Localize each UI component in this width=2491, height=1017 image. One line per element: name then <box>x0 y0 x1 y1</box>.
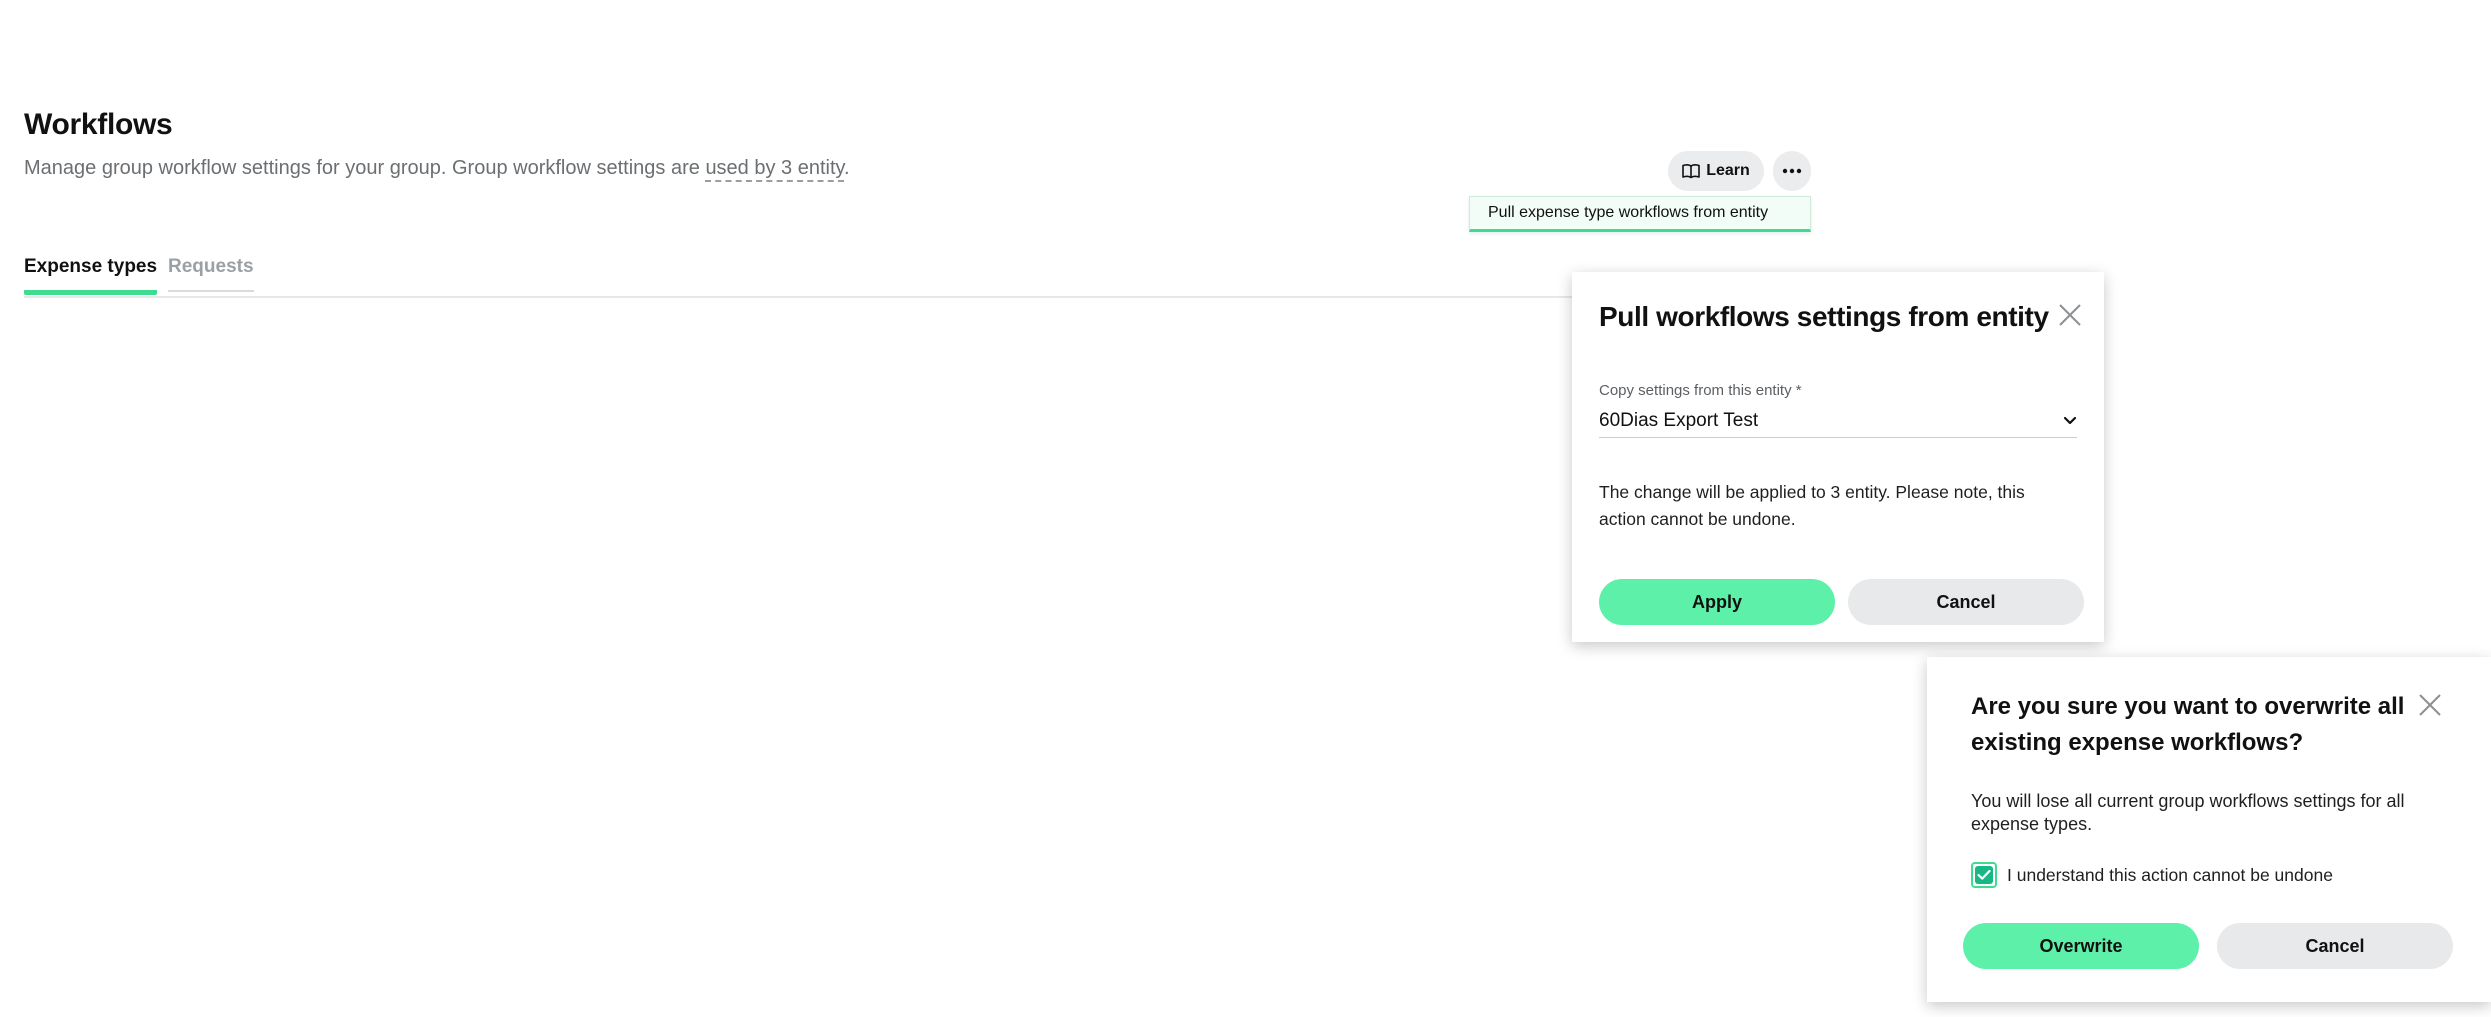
overwrite-button[interactable]: Overwrite <box>1963 923 2199 969</box>
tab-requests[interactable]: Requests <box>168 256 254 292</box>
understand-checkbox[interactable] <box>1971 862 1997 888</box>
understand-checkbox-row[interactable]: I understand this action cannot be undon… <box>1971 862 2333 888</box>
learn-button[interactable]: Learn <box>1668 151 1764 191</box>
pull-dialog-note: The change will be applied to 3 entity. … <box>1599 482 2025 529</box>
close-icon[interactable] <box>2057 302 2083 328</box>
overwrite-confirm-dialog: Are you sure you want to overwrite all e… <box>1927 657 2491 1002</box>
entity-select-value: 60Dias Export Test <box>1599 409 1759 431</box>
entity-select[interactable]: 60Dias Export Test <box>1599 404 2077 438</box>
page-description-text: Manage group workflow settings for your … <box>24 157 706 179</box>
ellipsis-icon <box>1782 168 1802 174</box>
confirm-cancel-button[interactable]: Cancel <box>2217 923 2453 969</box>
confirm-dialog-title: Are you sure you want to overwrite all e… <box>1971 693 2405 756</box>
learn-button-label: Learn <box>1706 162 1750 179</box>
page-title: Workflows <box>24 108 173 141</box>
tab-expense-types[interactable]: Expense types <box>24 256 158 295</box>
confirm-dialog-description: You will lose all current group workflow… <box>1971 791 2405 834</box>
book-icon <box>1682 164 1701 179</box>
apply-button[interactable]: Apply <box>1599 579 1835 625</box>
used-by-entities-link[interactable]: used by 3 entity <box>705 157 845 182</box>
page-description-end: . <box>844 157 850 179</box>
pull-dialog-title: Pull workflows settings from entity <box>1599 301 2049 332</box>
close-icon[interactable] <box>2417 692 2443 718</box>
page-description: Manage group workflow settings for your … <box>24 157 850 182</box>
understand-checkbox-label: I understand this action cannot be undon… <box>2007 864 2333 885</box>
cancel-button[interactable]: Cancel <box>1848 579 2084 625</box>
tabs-divider <box>24 296 1578 298</box>
pull-settings-dialog: Pull workflows settings from entity Copy… <box>1572 272 2104 642</box>
checkmark-icon <box>1977 869 1991 880</box>
chevron-down-icon <box>2063 416 2077 425</box>
more-options-button[interactable] <box>1773 151 1811 191</box>
entity-field-label: Copy settings from this entity * <box>1599 382 1802 399</box>
menu-item-pull-expense-workflows[interactable]: Pull expense type workflows from entity <box>1469 196 1811 232</box>
